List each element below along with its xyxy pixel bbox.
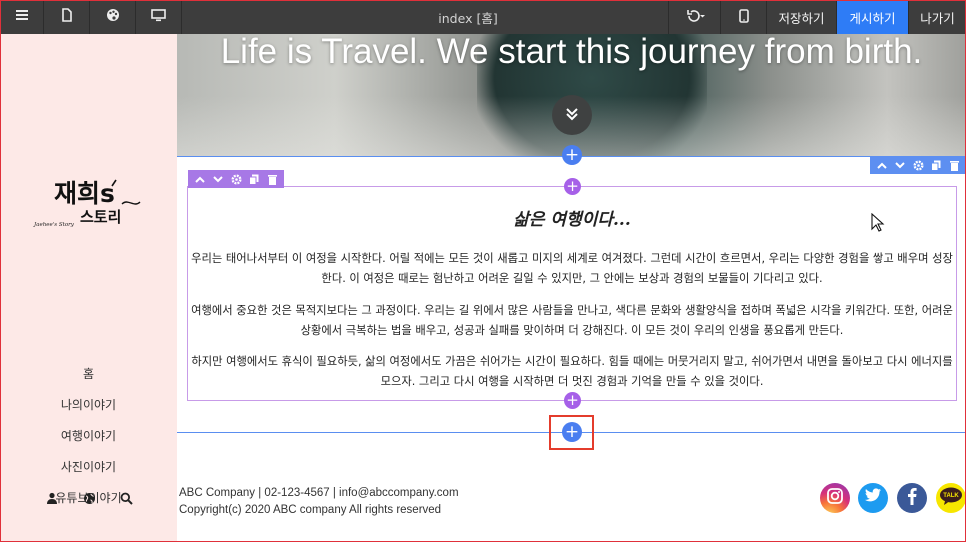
editor-toolbar: index [홈] 저장하기 게시하기 나가기 xyxy=(0,0,966,34)
block-toolbar xyxy=(188,170,284,188)
hero-section[interactable]: Life is Travel. We start this journey fr… xyxy=(177,34,966,156)
logo-caption: Jaehee's Story xyxy=(33,222,75,228)
page-icon xyxy=(61,8,73,26)
publish-button[interactable]: 게시하기 xyxy=(836,0,908,34)
footer-info: ABC Company | 02-123-4567 | info@abccomp… xyxy=(179,485,459,519)
move-up-icon[interactable] xyxy=(192,171,208,187)
palette-icon xyxy=(106,8,120,26)
content-paragraph[interactable]: 우리는 태어나서부터 이 여정을 시작한다. 어릴 적에는 모든 것이 새롭고 … xyxy=(188,249,956,289)
search-icon[interactable] xyxy=(118,490,134,506)
theme-button[interactable] xyxy=(90,0,136,34)
menu-button[interactable] xyxy=(0,0,44,34)
globe-icon[interactable] xyxy=(81,490,97,506)
exit-button[interactable]: 나가기 xyxy=(908,0,966,34)
add-section-above-button[interactable]: + xyxy=(562,145,582,165)
preview-mobile-button[interactable] xyxy=(720,0,766,34)
move-down-icon[interactable] xyxy=(892,157,908,173)
facebook-link[interactable] xyxy=(897,483,927,513)
duplicate-icon[interactable] xyxy=(928,157,944,173)
nav-item-home[interactable]: 홈 xyxy=(0,358,177,389)
desktop-icon xyxy=(151,8,166,26)
preview-desktop-button[interactable] xyxy=(136,0,182,34)
double-chevron-down-icon xyxy=(565,106,579,125)
content-paragraph[interactable]: 하지만 여행에서도 휴식이 필요하듯, 삶의 여정에서도 가끔은 쉬어가는 시간… xyxy=(188,352,956,392)
menu-icon xyxy=(15,9,29,25)
gear-icon[interactable] xyxy=(910,157,926,173)
instagram-link[interactable] xyxy=(820,483,850,513)
nav-item-my-story[interactable]: 나의이야기 xyxy=(0,389,177,420)
undo-button[interactable] xyxy=(668,0,720,34)
scroll-down-button[interactable] xyxy=(552,95,592,135)
site-logo[interactable]: 재희s 스토리 Jaehee's Story xyxy=(30,174,150,234)
plus-icon: + xyxy=(566,391,579,409)
page-button[interactable] xyxy=(44,0,90,34)
highlight-annotation xyxy=(549,415,594,450)
instagram-icon xyxy=(826,487,844,510)
add-block-below-button[interactable]: + xyxy=(564,392,581,409)
plus-icon: + xyxy=(564,144,580,165)
mouse-cursor-icon xyxy=(871,212,885,233)
kakaotalk-link[interactable]: TALK xyxy=(936,483,966,513)
content-title[interactable]: 삶은 여행이다... xyxy=(187,205,957,230)
logo-text-sub: 스토리 xyxy=(80,208,121,226)
plus-icon: + xyxy=(566,177,579,195)
user-icon[interactable] xyxy=(44,490,60,506)
facebook-icon xyxy=(907,487,917,510)
site-sidebar: 재희s 스토리 Jaehee's Story 홈 나의이야기 여행이야기 사진이… xyxy=(0,34,177,542)
twitter-icon xyxy=(864,488,882,508)
content-paragraph[interactable]: 여행에서 중요한 것은 목적지보다는 그 과정이다. 우리는 길 위에서 많은 … xyxy=(188,301,956,341)
page-title: index [홈] xyxy=(438,10,498,26)
nav-item-photo-story[interactable]: 사진이야기 xyxy=(0,451,177,482)
footer-copyright: Copyright(c) 2020 ABC company All rights… xyxy=(179,504,442,516)
save-button[interactable]: 저장하기 xyxy=(766,0,836,34)
undo-icon xyxy=(685,9,705,26)
twitter-link[interactable] xyxy=(858,483,888,513)
kakaotalk-label: TALK xyxy=(943,493,959,499)
mobile-icon xyxy=(738,8,749,26)
trash-icon[interactable] xyxy=(264,171,280,187)
gear-icon[interactable] xyxy=(228,171,244,187)
sidebar-icon-row xyxy=(44,490,134,506)
footer-contact: ABC Company | 02-123-4567 | info@abccomp… xyxy=(179,487,459,499)
section-toolbar xyxy=(870,156,966,174)
duplicate-icon[interactable] xyxy=(246,171,262,187)
logo-text-main: 재희s xyxy=(54,179,115,208)
hero-title: Life is Travel. We start this journey fr… xyxy=(220,34,923,71)
add-block-above-button[interactable]: + xyxy=(564,178,581,195)
toolbar-actions: 저장하기 게시하기 나가기 xyxy=(668,0,966,34)
trash-icon[interactable] xyxy=(946,157,962,173)
move-down-icon[interactable] xyxy=(210,171,226,187)
nav-item-travel-story[interactable]: 여행이야기 xyxy=(0,420,177,451)
kakaotalk-icon: TALK xyxy=(939,487,963,510)
move-up-icon[interactable] xyxy=(874,157,890,173)
